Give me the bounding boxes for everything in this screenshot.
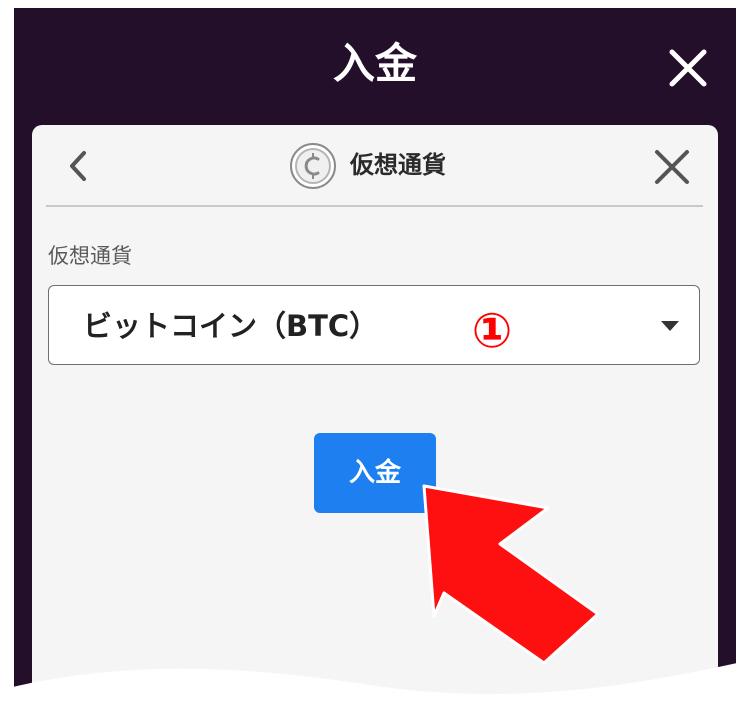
currency-select[interactable]: ビットコイン（BTC） xyxy=(48,285,700,365)
header-divider xyxy=(46,205,703,207)
panel-title: 仮想通貨 xyxy=(350,151,446,179)
chevron-left-icon[interactable] xyxy=(64,149,94,183)
close-icon[interactable] xyxy=(668,48,708,88)
close-icon[interactable] xyxy=(652,147,692,187)
currency-panel: 仮想通貨 仮想通貨 ビットコイン（BTC） 入金 xyxy=(32,125,718,723)
panel-header: 仮想通貨 xyxy=(32,125,718,205)
crypto-coin-icon xyxy=(289,142,337,190)
modal-title: 入金 xyxy=(332,39,417,88)
step-number-badge: ① xyxy=(471,303,513,359)
caret-down-icon xyxy=(661,321,679,331)
currency-selected-value: ビットコイン（BTC） xyxy=(83,309,379,343)
deposit-button[interactable]: 入金 xyxy=(314,433,436,513)
currency-field-label: 仮想通貨 xyxy=(48,244,132,268)
